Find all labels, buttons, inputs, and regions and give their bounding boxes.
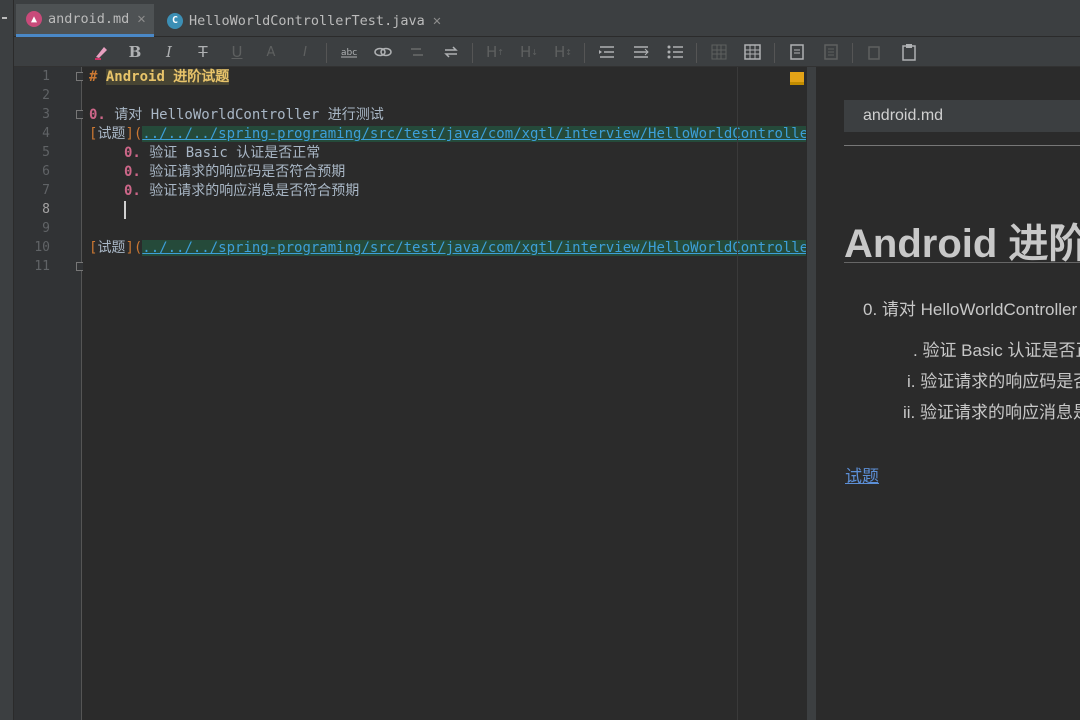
line-number: 7 [42,183,50,198]
tab-label: HelloWorldControllerTest.java [189,12,425,29]
heading-marker: # [89,69,98,85]
preview-heading: Android 进阶试题 [844,222,1080,266]
list-number: 0. [124,145,141,161]
toolbar-separator [774,43,775,63]
toolbar-separator [584,43,585,63]
preview-splitter[interactable] [806,67,816,720]
markdown-toolbar: B I T U A I abc H ↑ H ↓ H ↕ [14,37,1080,67]
line-number: 9 [42,221,50,236]
table-format-icon[interactable] [706,41,732,63]
link-url[interactable]: ../../../spring-programing/src/test/java… [142,126,806,142]
list-text: 请对 HelloWorldController 进行测试 [105,107,384,123]
line-number: 1 [42,69,50,84]
preview-sub-item: i. 验证请求的响应码是否符合预期 [907,372,1080,391]
document-outline-icon[interactable] [818,41,844,63]
link-text: 试题 [97,240,126,256]
tab-android-md[interactable]: ▲ android.md ✕ [16,4,154,37]
header-toggle-icon[interactable]: H ↕ [550,41,576,63]
code-line-4: [试题](../../../spring-programing/src/test… [89,125,806,144]
preview-heading-rule [844,262,1080,263]
link-bracket: ]( [125,240,143,256]
preview-list-item: 0. 请对 HelloWorldController 进行测试 [863,300,1080,319]
line-number: 2 [42,88,50,103]
inspection-status-icon[interactable] [790,72,804,85]
right-margin-guide [737,67,738,720]
toolbar-separator [472,43,473,63]
markdown-editor[interactable]: # Android 进阶试题 0. 请对 HelloWorldControlle… [83,67,806,720]
tab-label: android.md [48,11,130,27]
document-icon[interactable] [784,41,810,63]
list-number: 0. [124,164,141,180]
list-number: 0. [124,183,141,199]
line-number: 5 [42,145,50,160]
superscript-button[interactable]: A [258,41,284,63]
preview-sub-item: ii. 验证请求的响应消息是否符合预期 [903,403,1080,422]
java-class-file-icon: C [167,12,183,29]
italic-button[interactable]: I [156,41,182,63]
abbreviation-icon[interactable]: abc [336,41,362,63]
list-indent-icon[interactable] [594,41,620,63]
editor-tab-bar: ▲ android.md ✕ C HelloWorldControllerTes… [0,0,1080,37]
preview-sub-item: . 验证 Basic 认证是否正常 [913,341,1080,360]
tab-bar-edge[interactable] [0,0,14,37]
list-convert-icon[interactable] [628,41,654,63]
copy-html-icon[interactable] [862,41,888,63]
list-text: 验证请求的响应消息是否符合预期 [140,183,360,199]
header-level-up-icon[interactable]: H ↑ [482,41,508,63]
strikethrough-button[interactable]: T [190,41,216,63]
underline-button[interactable]: U [224,41,250,63]
link-text: 试题 [97,126,126,142]
preview-divider [844,145,1080,146]
code-line-6: 0. 验证请求的响应码是否符合预期 [124,163,345,182]
text-caret [124,201,126,219]
heading-text: Android 进阶试题 [105,69,230,85]
code-line-3: 0. 请对 HelloWorldController 进行测试 [89,106,384,125]
toolbar-separator [326,43,327,63]
line-number-current: 8 [42,202,50,217]
markdown-file-icon: ▲ [26,11,42,27]
list-text: 验证请求的响应码是否符合预期 [140,164,346,180]
line-number-gutter: 1 2 3 4 5 6 7 8 9 10 11 [14,67,85,720]
link-url[interactable]: ../../../spring-programing/src/test/java… [142,240,806,256]
preview-file-tab: android.md [844,100,1080,132]
close-icon[interactable]: ✕ [137,11,145,27]
list-number: 0. [89,107,106,123]
markdown-preview: android.md Android 进阶试题 0. 请对 HelloWorld… [816,67,1080,720]
line-number: 11 [34,259,50,274]
line-number: 10 [34,240,50,255]
code-line-5: 0. 验证 Basic 认证是否正常 [124,144,320,163]
left-tool-strip [0,37,14,720]
code-line-1: # Android 进阶试题 [89,68,230,87]
bold-button[interactable]: B [122,41,148,63]
link-bracket: ]( [125,126,143,142]
unlink-icon[interactable] [404,41,430,63]
insert-table-icon[interactable] [740,41,766,63]
line-number: 4 [42,126,50,141]
code-line-10: [试题](../../../spring-programing/src/test… [89,239,806,258]
clipboard-icon[interactable] [896,41,922,63]
preview-link[interactable]: 试题 [845,462,879,487]
highlight-pen-icon[interactable] [88,41,114,63]
bullet-list-icon[interactable] [662,41,688,63]
line-number: 3 [42,107,50,122]
close-icon[interactable]: ✕ [433,13,441,29]
code-line-7: 0. 验证请求的响应消息是否符合预期 [124,182,359,201]
tab-hello-world-controller-test[interactable]: C HelloWorldControllerTest.java ✕ [157,4,449,37]
list-text: 验证 Basic 认证是否正常 [140,145,321,161]
line-number: 6 [42,164,50,179]
toolbar-separator [852,43,853,63]
subscript-button[interactable]: I [292,41,318,63]
link-icon[interactable] [370,41,396,63]
header-level-down-icon[interactable]: H ↓ [516,41,542,63]
toolbar-separator [696,43,697,63]
swap-icon[interactable] [438,41,464,63]
